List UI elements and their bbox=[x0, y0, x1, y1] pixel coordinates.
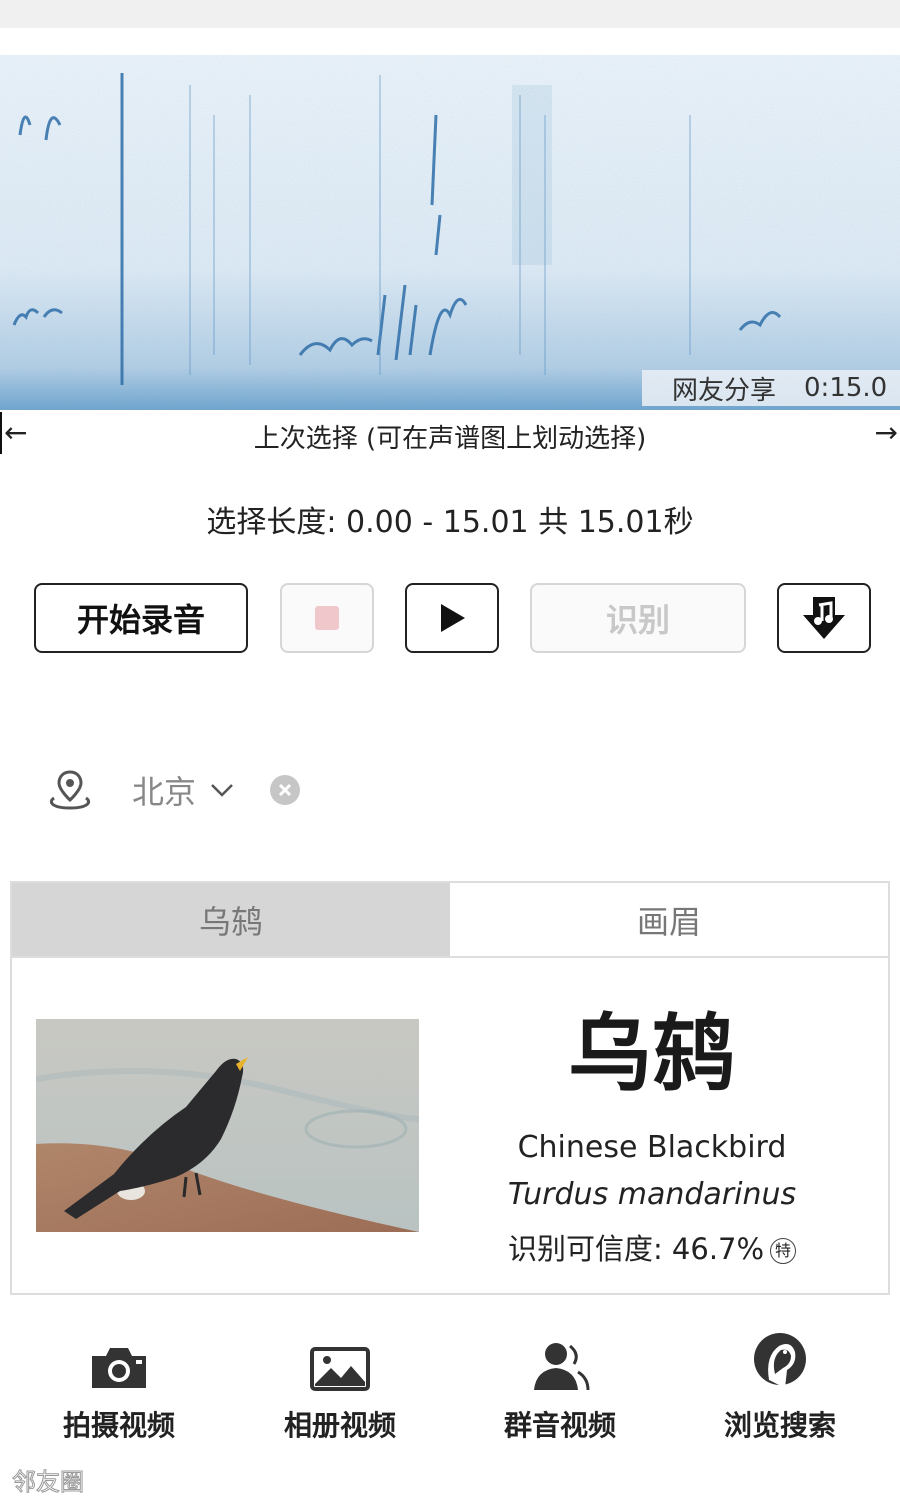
clear-location-button[interactable] bbox=[270, 775, 301, 805]
tab-result-1[interactable]: 乌鸫 bbox=[12, 883, 450, 956]
special-badge[interactable]: 特 bbox=[770, 1238, 797, 1264]
nav-label: 群音视频 bbox=[503, 1409, 616, 1442]
scientific-name: Turdus mandarinus bbox=[507, 1177, 797, 1212]
result-card: 乌鸫 Chinese Blackbird Turdus mandarinus 识… bbox=[10, 956, 890, 1295]
spectrogram[interactable] bbox=[0, 55, 900, 410]
stop-button[interactable] bbox=[280, 583, 374, 653]
source-label: 网友分享 bbox=[672, 375, 777, 406]
nav-label: 浏览搜索 bbox=[723, 1409, 836, 1442]
selection-row[interactable]: ← 上次选择 (可在声谱图上划动选择) → bbox=[0, 412, 900, 456]
close-icon bbox=[278, 783, 292, 797]
location-pin-icon bbox=[49, 770, 91, 810]
record-button[interactable]: 开始录音 bbox=[34, 583, 248, 653]
music-download-icon bbox=[803, 597, 845, 639]
share-badge: 网友分享 0:15.0 bbox=[642, 370, 900, 406]
group-audio-icon bbox=[534, 1343, 590, 1391]
nav-shoot-video[interactable]: 拍摄视频 bbox=[29, 1330, 209, 1444]
city-label[interactable]: 北京 bbox=[132, 767, 196, 813]
confidence-text: 识别可信度: 46.7% bbox=[507, 1232, 765, 1266]
location-selector[interactable]: 北京 bbox=[46, 762, 301, 818]
music-download-button[interactable] bbox=[777, 583, 871, 653]
tab-result-2[interactable]: 画眉 bbox=[450, 883, 888, 956]
bottom-nav: 拍摄视频 相册视频 群音视频 浏览搜索 bbox=[0, 1330, 900, 1450]
selection-caption: 上次选择 (可在声谱图上划动选择) bbox=[253, 424, 647, 454]
identify-button[interactable]: 识别 bbox=[530, 583, 746, 653]
play-icon bbox=[441, 604, 465, 632]
duration-label: 0:15.0 bbox=[804, 373, 888, 403]
result-info: 乌鸫 Chinese Blackbird Turdus mandarinus 识… bbox=[452, 1004, 852, 1268]
chinese-name: 乌鸫 bbox=[567, 1005, 736, 1103]
nav-label: 拍摄视频 bbox=[62, 1409, 175, 1442]
nav-browse-search[interactable]: 浏览搜索 bbox=[690, 1330, 870, 1444]
watermark: 邻友圈 bbox=[12, 1468, 85, 1497]
confidence-row: 识别可信度: 46.7% 特 bbox=[452, 1226, 852, 1268]
english-name: Chinese Blackbird bbox=[517, 1130, 787, 1165]
bird-photo[interactable] bbox=[36, 1019, 419, 1232]
spectrogram-image bbox=[0, 55, 900, 410]
nav-album-video[interactable]: 相册视频 bbox=[250, 1330, 430, 1444]
result-tabs: 乌鸫 画眉 bbox=[10, 881, 890, 958]
bird-image bbox=[36, 1019, 419, 1232]
right-arrow-icon[interactable]: → bbox=[875, 416, 898, 449]
nav-label: 相册视频 bbox=[283, 1409, 396, 1442]
camera-icon bbox=[92, 1348, 146, 1388]
status-bar bbox=[0, 0, 900, 28]
stop-icon bbox=[315, 606, 339, 630]
nav-group-audio-video[interactable]: 群音视频 bbox=[470, 1330, 650, 1444]
chevron-down-icon[interactable] bbox=[210, 782, 234, 798]
parrot-browse-icon bbox=[754, 1333, 806, 1388]
gallery-icon bbox=[310, 1347, 370, 1391]
selection-length: 选择长度: 0.00 - 15.01 共 15.01秒 bbox=[206, 505, 694, 540]
play-button[interactable] bbox=[405, 583, 499, 653]
